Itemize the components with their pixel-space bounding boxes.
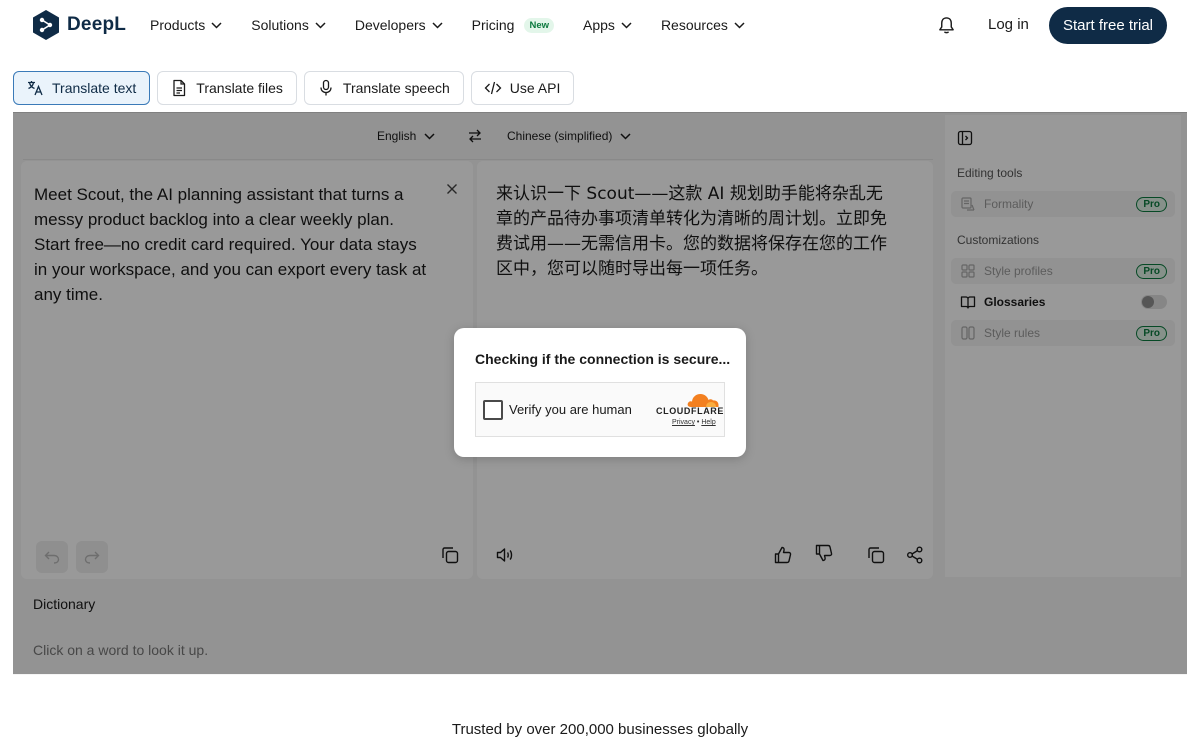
nav-apps[interactable]: Apps: [583, 17, 632, 33]
bell-icon[interactable]: [937, 16, 956, 35]
verify-human-checkbox[interactable]: [483, 400, 503, 420]
nav-resources[interactable]: Resources: [661, 17, 745, 33]
top-nav: DeepL Products Solutions Developers Pric…: [0, 0, 1200, 52]
help-link[interactable]: Help: [701, 419, 715, 426]
tab-use-api[interactable]: Use API: [470, 71, 575, 105]
deepl-logo-icon: [33, 10, 59, 40]
new-badge: New: [524, 17, 555, 33]
captcha-links: Privacy • Help: [672, 419, 716, 426]
nav-developers-label: Developers: [354, 17, 426, 33]
brand-name: DeepL: [67, 14, 127, 35]
chevron-down-icon: [734, 21, 745, 29]
translate-icon: [28, 81, 43, 96]
chevron-down-icon: [315, 21, 326, 29]
microphone-icon: [320, 79, 332, 96]
nav-pricing-label: Pricing: [471, 17, 515, 33]
nav-apps-label: Apps: [583, 17, 615, 33]
nav-pricing[interactable]: Pricing New: [471, 17, 555, 33]
tab-use-api-label: Use API: [509, 80, 561, 96]
start-free-trial-button[interactable]: Start free trial: [1049, 7, 1167, 44]
mode-tabs: Translate text Translate files Translate…: [13, 71, 575, 105]
chevron-down-icon: [621, 21, 632, 29]
chevron-down-icon: [432, 21, 443, 29]
nav-products-label: Products: [150, 17, 206, 33]
trusted-by-text: Trusted by over 200,000 businesses globa…: [451, 721, 749, 738]
tab-translate-speech[interactable]: Translate speech: [303, 71, 464, 105]
tab-translate-text-label: Translate text: [52, 80, 137, 96]
code-icon: [484, 81, 502, 95]
login-link[interactable]: Log in: [988, 16, 1029, 33]
tab-translate-files-label: Translate files: [196, 80, 283, 96]
tab-translate-files[interactable]: Translate files: [157, 71, 297, 105]
main-menu: Products Solutions Developers Pricing Ne…: [150, 0, 774, 50]
tab-translate-text[interactable]: Translate text: [13, 71, 151, 105]
security-check-title: Checking if the connection is secure...: [475, 351, 731, 367]
privacy-link[interactable]: Privacy: [672, 419, 695, 426]
document-icon: [173, 79, 186, 97]
deepl-logo[interactable]: DeepL: [32, 9, 126, 41]
nav-products[interactable]: Products: [150, 17, 222, 33]
nav-solutions[interactable]: Solutions: [251, 17, 326, 33]
chevron-down-icon: [211, 21, 222, 29]
link-separator: •: [696, 419, 700, 426]
verify-human-label[interactable]: Verify you are human: [509, 402, 632, 417]
nav-solutions-label: Solutions: [251, 17, 309, 33]
captcha-widget: Verify you are human CLOUDFLARE Privacy …: [475, 382, 725, 437]
nav-resources-label: Resources: [660, 17, 728, 33]
security-check-dialog: Checking if the connection is secure... …: [454, 328, 746, 457]
tab-translate-speech-label: Translate speech: [342, 80, 450, 96]
cloudflare-logo: CLOUDFLARE: [656, 406, 724, 416]
nav-developers[interactable]: Developers: [355, 17, 443, 33]
